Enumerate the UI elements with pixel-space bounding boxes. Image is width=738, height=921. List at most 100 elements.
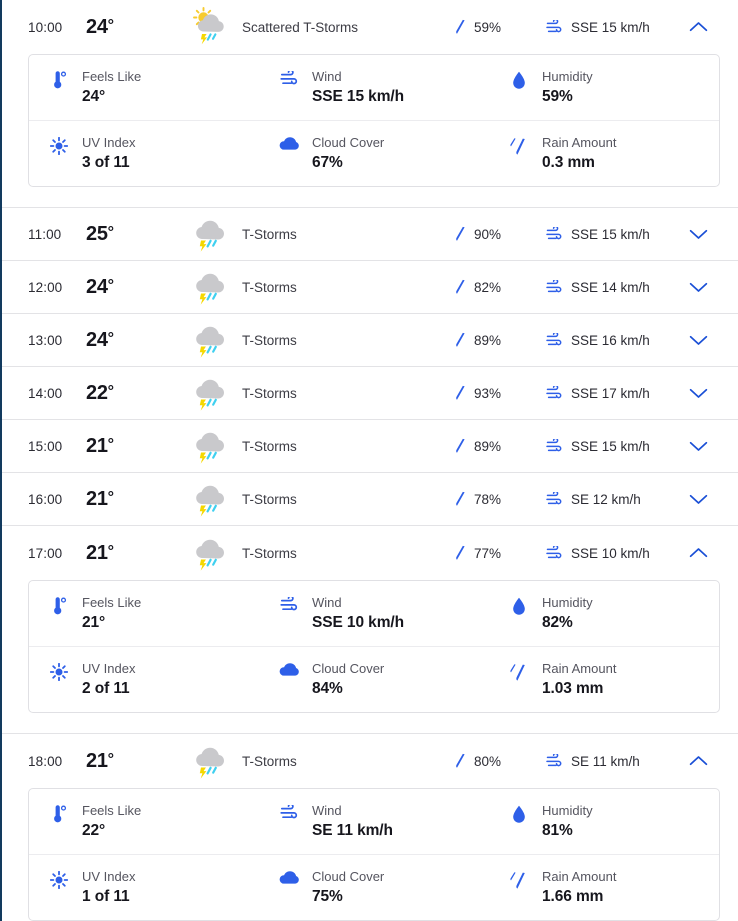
wind-icon [279, 595, 299, 613]
wind-icon [546, 226, 563, 242]
detail-label: Cloud Cover [312, 869, 385, 884]
thermometer-icon [49, 69, 69, 91]
detail-label: Humidity [542, 803, 593, 818]
thunderstorms-icon [182, 425, 238, 467]
hour-temperature: 21° [86, 435, 182, 458]
raindrop-icon [454, 19, 467, 36]
hour-block: 18:00 21° T-Storms 80% SE 11 km/h Feels … [2, 733, 738, 921]
detail-cell-wind: Wind SE 11 km/h [259, 789, 489, 854]
chevron-down-icon[interactable] [676, 493, 720, 505]
rain-streaks-icon [509, 661, 529, 683]
hour-row[interactable]: 11:00 25° T-Storms 90% SSE 15 km/h [2, 208, 738, 260]
detail-value: 3 of 11 [82, 154, 130, 171]
hour-row[interactable]: 13:00 24° T-Storms 89% SSE 16 km/h [2, 314, 738, 366]
hour-condition: T-Storms [242, 438, 297, 454]
hour-condition: T-Storms [242, 226, 297, 242]
raindrop-icon [454, 753, 467, 770]
temperature-value: 21 [86, 434, 108, 457]
wind-value: SSE 14 km/h [571, 279, 650, 295]
detail-row: Feels Like 21° Wind SSE 10 km/h Humidity… [29, 581, 719, 647]
hour-row[interactable]: 17:00 21° T-Storms 77% SSE 10 km/h [2, 526, 738, 580]
chevron-down-icon[interactable] [676, 281, 720, 293]
hour-condition: Scattered T-Storms [242, 19, 359, 35]
detail-cell-uv-index: UV Index 2 of 11 [29, 647, 259, 712]
detail-value: SE 11 km/h [312, 822, 393, 839]
wind-icon [546, 279, 563, 295]
chevron-down-icon[interactable] [676, 334, 720, 346]
hour-block: 12:00 24° T-Storms 82% SSE 14 km/h [2, 260, 738, 313]
detail-label: Rain Amount [542, 135, 617, 150]
detail-cell-uv-index: UV Index 3 of 11 [29, 121, 259, 186]
precipitation-value: 80% [474, 753, 502, 769]
hour-precipitation: 80% [454, 753, 546, 770]
hour-time: 18:00 [28, 753, 63, 769]
detail-cell-wind: Wind SSE 15 km/h [259, 55, 489, 120]
chevron-up-icon[interactable] [676, 21, 720, 33]
detail-cell-rain-amount: Rain Amount 1.03 mm [489, 647, 719, 712]
wind-value: SSE 15 km/h [571, 19, 650, 35]
degree-symbol: ° [107, 223, 114, 241]
degree-symbol: ° [107, 435, 114, 453]
chevron-down-icon[interactable] [676, 440, 720, 452]
hour-row[interactable]: 14:00 22° T-Storms 93% SSE 17 km/h [2, 367, 738, 419]
detail-cell-uv-index: UV Index 1 of 11 [29, 855, 259, 920]
hour-precipitation: 89% [454, 438, 546, 455]
hour-row[interactable]: 12:00 24° T-Storms 82% SSE 14 km/h [2, 261, 738, 313]
chevron-up-icon[interactable] [676, 547, 720, 559]
hour-row[interactable]: 18:00 21° T-Storms 80% SE 11 km/h [2, 734, 738, 788]
temperature-value: 24 [86, 15, 108, 38]
hour-wind: SE 11 km/h [546, 753, 676, 769]
precipitation-value: 89% [474, 438, 502, 454]
chevron-down-icon[interactable] [676, 387, 720, 399]
detail-cell-cloud-cover: Cloud Cover 67% [259, 121, 489, 186]
detail-label: Rain Amount [542, 661, 617, 676]
degree-symbol: ° [107, 276, 114, 294]
detail-row: UV Index 2 of 11 Cloud Cover 84% Rain Am… [29, 647, 719, 712]
detail-label: Feels Like [82, 595, 142, 610]
wind-icon [546, 545, 563, 561]
detail-cell-feels-like: Feels Like 22° [29, 789, 259, 854]
hour-row[interactable]: 15:00 21° T-Storms 89% SSE 15 km/h [2, 420, 738, 472]
wind-icon [546, 385, 563, 401]
raindrop-icon [454, 545, 467, 562]
hour-block: 16:00 21° T-Storms 78% SE 12 km/h [2, 472, 738, 525]
rain-streaks-icon [509, 869, 529, 891]
hour-row[interactable]: 16:00 21° T-Storms 78% SE 12 km/h [2, 473, 738, 525]
detail-label: Wind [312, 595, 342, 610]
hour-row[interactable]: 10:00 24° Scattered T-Storms 59% SSE 15 … [2, 0, 738, 54]
raindrop-icon [454, 438, 467, 455]
chevron-down-icon[interactable] [676, 228, 720, 240]
detail-cell-humidity: Humidity 59% [489, 55, 719, 120]
cloud-icon [279, 869, 299, 885]
hour-precipitation: 93% [454, 385, 546, 402]
wind-icon [546, 438, 563, 454]
raindrop-icon [454, 279, 467, 296]
chevron-up-icon[interactable] [676, 755, 720, 767]
degree-symbol: ° [107, 488, 114, 506]
sun-uv-icon [49, 135, 69, 155]
detail-cell-humidity: Humidity 81% [489, 789, 719, 854]
sun-uv-icon [49, 869, 69, 889]
precipitation-value: 82% [474, 279, 502, 295]
hour-detail-card: Feels Like 24° Wind SSE 15 km/h Humidity… [28, 54, 720, 187]
hour-detail-card: Feels Like 22° Wind SE 11 km/h Humidity … [28, 788, 720, 921]
degree-symbol: ° [107, 382, 114, 400]
wind-value: SSE 17 km/h [571, 385, 650, 401]
hour-time: 12:00 [28, 279, 63, 295]
hour-precipitation: 90% [454, 226, 546, 243]
hour-precipitation: 59% [454, 19, 546, 36]
rain-streaks-icon [509, 135, 529, 157]
hour-precipitation: 77% [454, 545, 546, 562]
hour-temperature: 21° [86, 488, 182, 511]
raindrop-icon [454, 226, 467, 243]
detail-value: 59% [542, 88, 573, 105]
detail-value: 24° [82, 88, 106, 105]
cloud-icon [279, 135, 299, 151]
detail-value: 82% [542, 614, 573, 631]
detail-label: Humidity [542, 69, 593, 84]
wind-icon [546, 753, 563, 769]
hour-block: 11:00 25° T-Storms 90% SSE 15 km/h [2, 207, 738, 260]
detail-label: Humidity [542, 595, 593, 610]
hour-time: 11:00 [28, 226, 62, 242]
detail-value: 0.3 mm [542, 154, 595, 171]
